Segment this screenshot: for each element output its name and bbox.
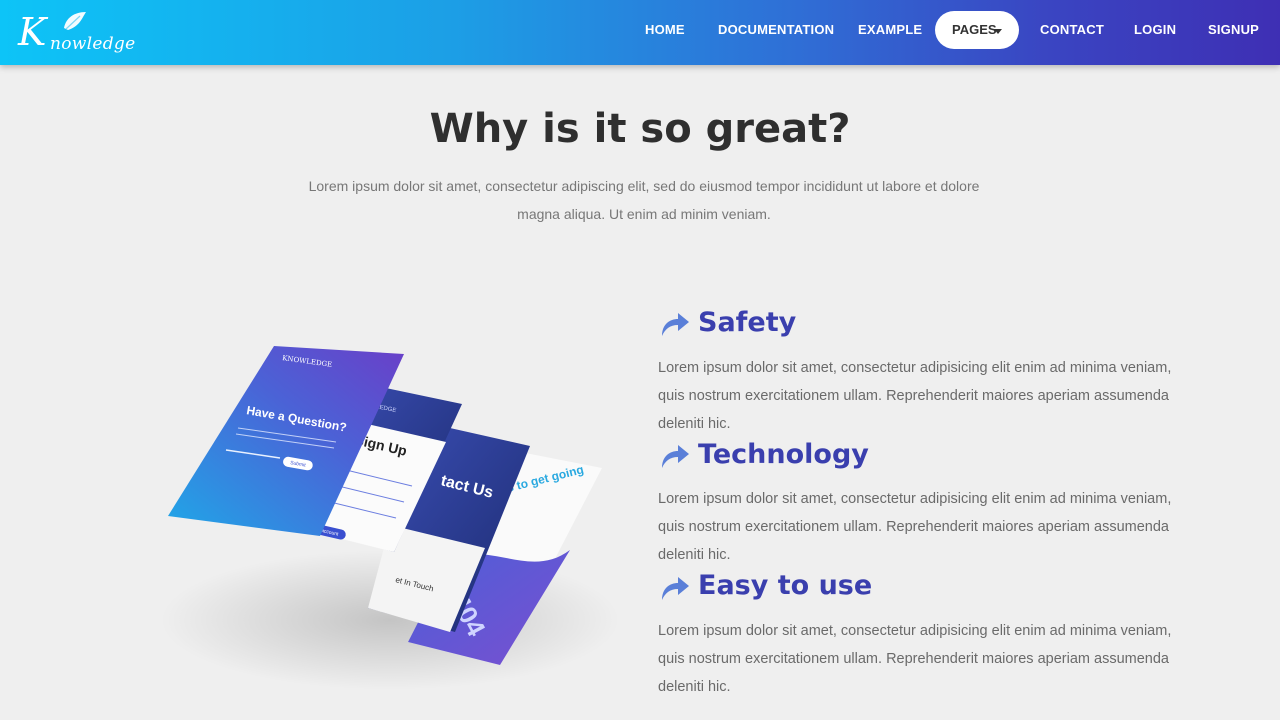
feature-text-easy-to-use: Lorem ipsum dolor sit amet, consectetur … <box>658 623 1172 695</box>
feature-text-technology: Lorem ipsum dolor sit amet, consectetur … <box>658 491 1172 563</box>
caret-down-icon <box>994 29 1002 34</box>
nav-login[interactable]: LOGIN <box>1134 20 1176 40</box>
nav-documentation[interactable]: DOCUMENTATION <box>718 20 834 40</box>
feature-title-easy-to-use: Easy to use <box>698 570 873 601</box>
app-screens-illustration: 404 s to get going tact Us et In Touch L… <box>160 346 620 690</box>
share-arrow-icon <box>662 313 689 336</box>
top-navbar: K nowledge HOME DOCUMENTATION EXAMPLE PA… <box>0 0 1280 65</box>
section-title: Why is it so great? <box>429 106 851 152</box>
nav-contact[interactable]: CONTACT <box>1040 20 1104 40</box>
nav-pages-dropdown[interactable]: PAGES <box>935 11 1019 49</box>
feature-title-technology: Technology <box>698 439 869 470</box>
share-arrow-icon <box>662 445 689 468</box>
nav-signup[interactable]: SIGNUP <box>1208 20 1259 40</box>
share-arrow-icon <box>662 577 689 600</box>
nav-pages-label: PAGES <box>952 22 997 37</box>
main-nav: HOME DOCUMENTATION EXAMPLE PAGES CONTACT… <box>0 0 1280 65</box>
feature-title-safety: Safety <box>698 307 797 338</box>
section-intro: Lorem ipsum dolor sit amet, consectetur … <box>308 178 980 222</box>
nav-example[interactable]: EXAMPLE <box>858 20 922 40</box>
nav-home[interactable]: HOME <box>645 20 685 40</box>
feature-text-safety: Lorem ipsum dolor sit amet, consectetur … <box>658 360 1172 432</box>
